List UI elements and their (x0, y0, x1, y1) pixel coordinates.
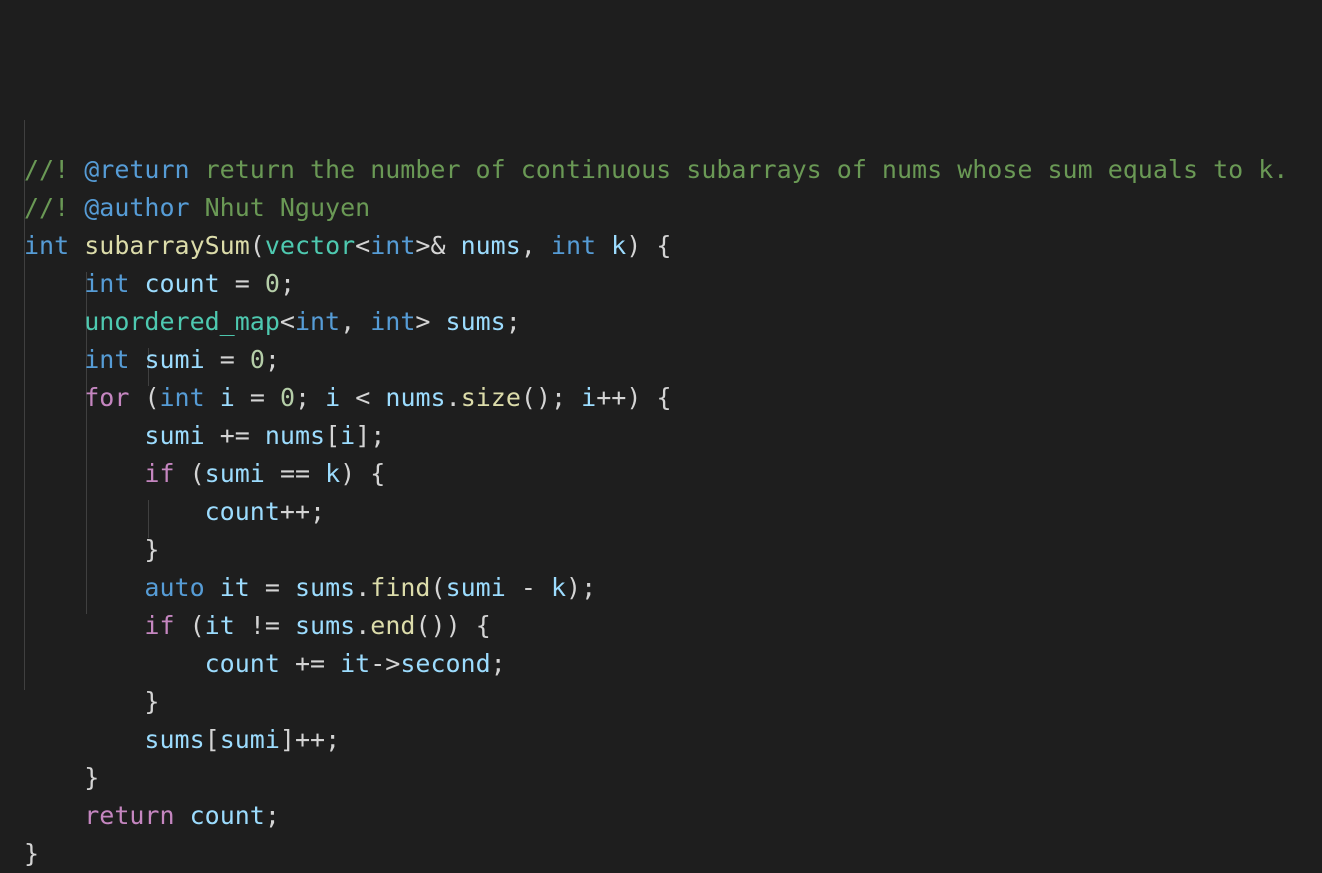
code-line-1[interactable]: //! @return return the number of continu… (24, 151, 1322, 189)
code-editor[interactable]: //! @return return the number of continu… (24, 6, 1322, 873)
code-line-8[interactable]: sumi += nums[i]; (24, 417, 1322, 455)
code-line-19[interactable]: } (24, 835, 1322, 873)
code-line-3[interactable]: int subarraySum(vector<int>& nums, int k… (24, 227, 1322, 265)
code-line-6[interactable]: int sumi = 0; (24, 341, 1322, 379)
code-line-12[interactable]: auto it = sums.find(sumi - k); (24, 569, 1322, 607)
code-line-9[interactable]: if (sumi == k) { (24, 455, 1322, 493)
code-line-17[interactable]: } (24, 759, 1322, 797)
code-line-10[interactable]: count++; (24, 493, 1322, 531)
code-line-2[interactable]: //! @author Nhut Nguyen (24, 189, 1322, 227)
code-line-14[interactable]: count += it->second; (24, 645, 1322, 683)
code-line-5[interactable]: unordered_map<int, int> sums; (24, 303, 1322, 341)
code-line-7[interactable]: for (int i = 0; i < nums.size(); i++) { (24, 379, 1322, 417)
code-line-11[interactable]: } (24, 531, 1322, 569)
code-line-13[interactable]: if (it != sums.end()) { (24, 607, 1322, 645)
code-line-4[interactable]: int count = 0; (24, 265, 1322, 303)
code-line-16[interactable]: sums[sumi]++; (24, 721, 1322, 759)
code-line-18[interactable]: return count; (24, 797, 1322, 835)
code-line-15[interactable]: } (24, 683, 1322, 721)
